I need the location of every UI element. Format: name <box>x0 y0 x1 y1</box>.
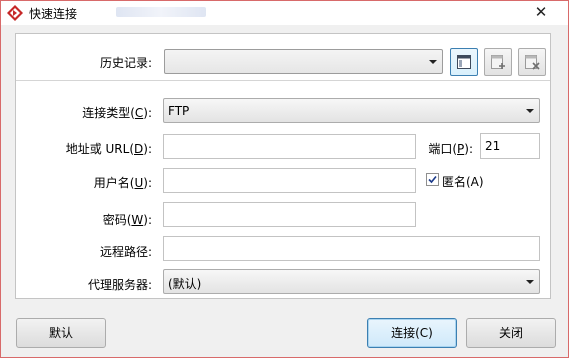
address-label: 地址或 URL(D): <box>65 142 152 156</box>
connection-type-select[interactable]: FTP <box>163 98 540 123</box>
title-bar: 快速连接 ✕ <box>1 1 568 25</box>
close-icon: ✕ <box>534 3 548 21</box>
chevron-down-icon <box>526 280 534 284</box>
close-button[interactable]: 关闭 <box>466 318 556 348</box>
username-label: 用户名(U): <box>93 176 152 190</box>
anonymous-checkbox[interactable] <box>426 173 439 186</box>
remote-path-input[interactable] <box>163 236 540 261</box>
window-title: 快速连接 <box>29 7 78 21</box>
chevron-down-icon <box>526 109 534 113</box>
chevron-down-icon <box>429 60 437 64</box>
anonymous-label: 匿名(A) <box>442 175 484 189</box>
remote-path-label: 远程路径: <box>99 245 152 259</box>
add-entry-icon <box>491 55 505 69</box>
history-delete-button[interactable] <box>518 48 546 76</box>
window-layout-icon <box>457 55 471 69</box>
connect-button[interactable]: 连接(C) <box>367 318 457 348</box>
connection-type-label: 连接类型(C): <box>82 106 152 120</box>
history-label: 历史记录: <box>99 56 152 70</box>
checkmark-icon <box>428 175 437 184</box>
proxy-value: (默认) <box>168 277 202 291</box>
connection-form: 历史记录: 连接类型(C): FTP 地址或 URL(D): 端口(P): 21… <box>15 33 551 299</box>
proxy-select[interactable]: (默认) <box>163 269 540 294</box>
username-input[interactable] <box>163 168 416 193</box>
history-add-button[interactable] <box>484 48 512 76</box>
address-input[interactable] <box>163 134 416 159</box>
app-logo-icon <box>7 5 23 21</box>
delete-entry-icon <box>525 55 540 70</box>
history-select[interactable] <box>164 49 443 74</box>
password-input[interactable] <box>163 202 416 227</box>
default-button[interactable]: 默认 <box>16 318 106 348</box>
port-input[interactable]: 21 <box>480 133 540 159</box>
proxy-label: 代理服务器: <box>87 278 152 292</box>
title-obscured-text <box>116 7 206 17</box>
connection-type-value: FTP <box>168 104 190 118</box>
port-value: 21 <box>485 139 501 153</box>
close-window-button[interactable]: ✕ <box>520 2 562 22</box>
quick-connect-dialog: 快速连接 ✕ 历史记录: 连接类型(C): FTP 地址或 URL(D): 端口… <box>0 0 569 358</box>
port-label: 端口(P): <box>428 142 473 156</box>
password-label: 密码(W): <box>102 213 152 227</box>
history-layout-button[interactable] <box>450 48 478 76</box>
separator <box>16 80 550 81</box>
